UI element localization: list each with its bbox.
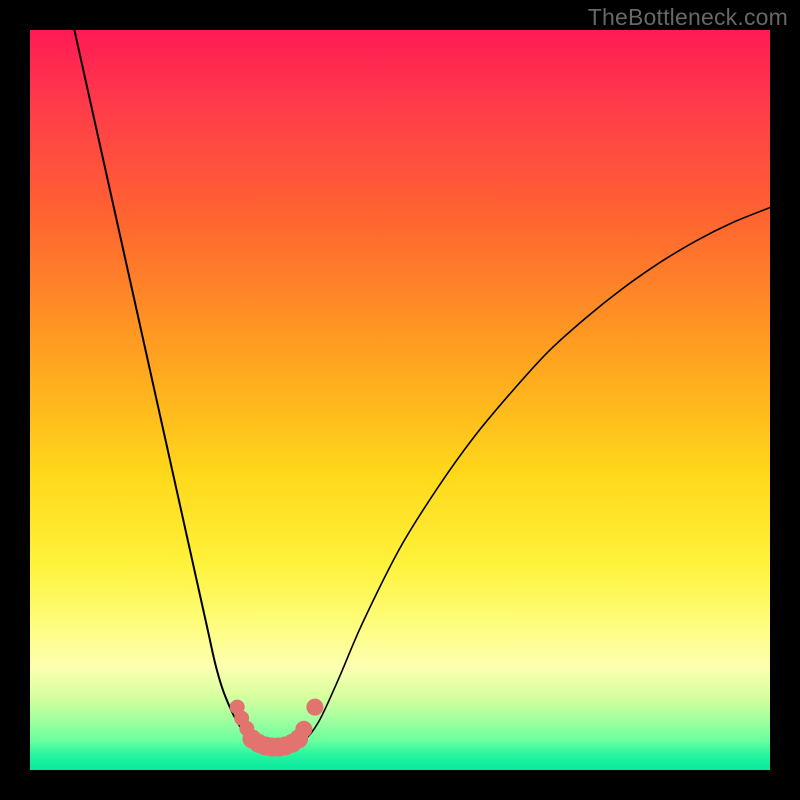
marker-dot: [295, 721, 312, 738]
curve-left-branch: [74, 30, 259, 744]
chart-plot-area: [30, 30, 770, 770]
bottleneck-curve-svg: [30, 30, 770, 770]
marker-dot: [306, 699, 323, 716]
watermark-text: TheBottleneck.com: [588, 4, 788, 31]
curve-right-branch: [296, 208, 770, 745]
curve-group: [74, 30, 770, 748]
marker-group: [230, 699, 324, 757]
